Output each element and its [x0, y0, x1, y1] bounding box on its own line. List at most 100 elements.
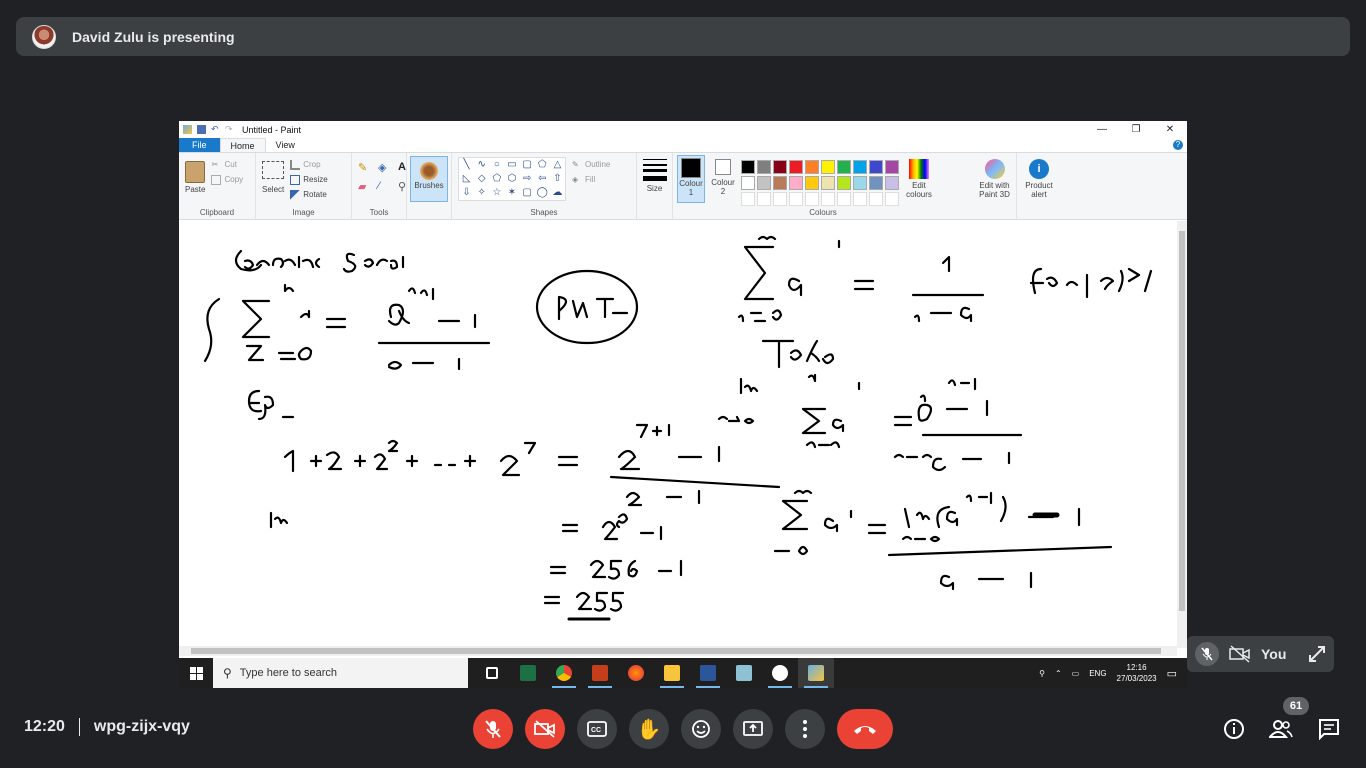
colour-swatch[interactable] — [869, 176, 883, 190]
copy-button[interactable]: Copy — [211, 172, 243, 187]
colour-swatch[interactable] — [853, 160, 867, 174]
notes-icon[interactable] — [726, 658, 762, 688]
tab-view[interactable]: View — [266, 138, 305, 152]
colour-swatch[interactable] — [805, 160, 819, 174]
people-icon[interactable]: ⚲ — [1039, 669, 1045, 678]
save-icon[interactable] — [197, 125, 206, 134]
horizontal-scrollbar[interactable] — [179, 646, 1177, 656]
eraser-icon[interactable]: ▰ — [358, 180, 372, 193]
brush-icon — [418, 161, 440, 181]
colour-swatch[interactable] — [789, 192, 803, 206]
expand-icon[interactable] — [1308, 645, 1326, 663]
shapes-group: ╲ ∿ ○ ▭ ▢ ⬠ △ ◺ ◇ ⬠ ⬡ ⇨ ⇦ ⇧ ⇩ ✧ ☆ ✶ ▢ ◯ ☁ ✎ Outline ◈ Fill S… — [452, 153, 637, 219]
colour-swatch[interactable] — [853, 192, 867, 206]
tab-file[interactable]: File — [179, 138, 220, 152]
color-picker-icon[interactable]: ⁄ — [378, 180, 392, 193]
people-button[interactable] — [1268, 716, 1294, 742]
colour-swatch[interactable] — [869, 192, 883, 206]
word-icon[interactable] — [690, 658, 726, 688]
more-options-button[interactable] — [785, 709, 825, 749]
chat-button[interactable] — [1316, 716, 1342, 742]
powerpoint-icon[interactable] — [582, 658, 618, 688]
colour1-button[interactable]: Colour 1 — [677, 155, 705, 203]
colour2-button[interactable]: Colour 2 — [709, 155, 737, 206]
close-icon[interactable]: ✕ — [1153, 124, 1187, 135]
drawing-canvas[interactable] — [179, 221, 1177, 641]
edit-paint3d-button[interactable]: Edit with Paint 3D — [973, 153, 1016, 199]
camera-toggle-button[interactable] — [525, 709, 565, 749]
shapes-gallery[interactable]: ╲ ∿ ○ ▭ ▢ ⬠ △ ◺ ◇ ⬠ ⬡ ⇨ ⇦ ⇧ ⇩ ✧ ☆ ✶ ▢ ◯ ☁ — [458, 157, 566, 201]
taskbar-search[interactable]: ⚲ Type here to search — [213, 658, 468, 688]
task-view-icon[interactable] — [474, 658, 510, 688]
select-button[interactable]: Select — [262, 157, 284, 202]
colour-swatch[interactable] — [885, 176, 899, 190]
edit-colours-button[interactable]: Edit colours — [903, 155, 935, 206]
taskbar-clock[interactable]: 12:16 27/03/2023 — [1117, 662, 1157, 684]
colour-palette — [741, 155, 899, 206]
colour-swatch[interactable] — [757, 176, 771, 190]
colour-swatch[interactable] — [789, 160, 803, 174]
firefox-icon[interactable] — [618, 658, 654, 688]
colour-swatch[interactable] — [821, 160, 835, 174]
paint-taskbar-icon[interactable] — [798, 658, 834, 688]
undo-icon[interactable]: ↶ — [211, 125, 220, 134]
colour-swatch[interactable] — [837, 160, 851, 174]
reactions-button[interactable] — [681, 709, 721, 749]
size-button[interactable]: Size — [637, 153, 672, 193]
raise-hand-button[interactable]: ✋ — [629, 709, 669, 749]
colour-swatch[interactable] — [741, 176, 755, 190]
colour-swatch[interactable] — [837, 176, 851, 190]
rotate-button[interactable]: Rotate — [290, 187, 327, 202]
colour-swatch[interactable] — [885, 192, 899, 206]
help-icon[interactable]: ? — [1173, 140, 1183, 150]
chevron-up-icon[interactable]: ⌃ — [1055, 669, 1062, 678]
cut-button[interactable]: ✂ Cut — [211, 157, 243, 172]
colour-swatch[interactable] — [837, 192, 851, 206]
colour-swatch[interactable] — [821, 176, 835, 190]
chrome-icon[interactable] — [546, 658, 582, 688]
resize-button[interactable]: Resize — [290, 172, 328, 187]
colour-swatch[interactable] — [789, 176, 803, 190]
colour-swatch[interactable] — [773, 160, 787, 174]
fill-dropdown[interactable]: ◈ Fill — [572, 172, 610, 187]
excel-icon[interactable] — [510, 658, 546, 688]
colour-swatch[interactable] — [853, 176, 867, 190]
crop-button[interactable]: Crop — [290, 157, 327, 172]
file-explorer-icon[interactable] — [654, 658, 690, 688]
tab-home[interactable]: Home — [219, 138, 266, 152]
colour-swatch[interactable] — [821, 192, 835, 206]
outline-dropdown[interactable]: ✎ Outline — [572, 157, 610, 172]
colour-swatch[interactable] — [805, 192, 819, 206]
colour-swatch[interactable] — [741, 192, 755, 206]
notification-icon[interactable]: ▭ — [1167, 667, 1177, 680]
language-indicator[interactable]: ENG — [1089, 669, 1106, 678]
taskbar-apps — [474, 658, 834, 688]
redo-icon[interactable]: ↷ — [225, 125, 234, 134]
captions-button[interactable]: CC — [577, 709, 617, 749]
leave-call-button[interactable] — [837, 709, 893, 749]
maximize-icon[interactable]: ❐ — [1119, 124, 1153, 135]
colour-swatch[interactable] — [757, 160, 771, 174]
battery-icon[interactable]: ▭ — [1072, 669, 1080, 678]
mic-toggle-button[interactable] — [473, 709, 513, 749]
colour-swatch[interactable] — [885, 160, 899, 174]
colour-swatch[interactable] — [773, 176, 787, 190]
fill-bucket-icon[interactable]: ◈ — [378, 161, 392, 174]
vertical-scrollbar[interactable] — [1177, 221, 1187, 648]
colour-swatch[interactable] — [741, 160, 755, 174]
product-alert-button[interactable]: i Product alert — [1017, 153, 1061, 199]
paste-button[interactable]: Paste — [185, 157, 205, 194]
pencil-icon[interactable]: ✎ — [358, 161, 372, 174]
colour-swatch[interactable] — [869, 160, 883, 174]
whiteboard-icon[interactable] — [762, 658, 798, 688]
meeting-code: wpg-zijx-vqy — [93, 718, 190, 735]
present-button[interactable] — [733, 709, 773, 749]
brushes-button[interactable]: Brushes — [410, 156, 448, 202]
colour-swatch[interactable] — [773, 192, 787, 206]
meeting-details-button[interactable] — [1221, 716, 1247, 742]
colour-swatch[interactable] — [757, 192, 771, 206]
start-button[interactable] — [179, 658, 213, 688]
tools-group: ✎ ◈ A ▰ ⁄ ⚲ Tools — [352, 153, 407, 219]
colour-swatch[interactable] — [805, 176, 819, 190]
minimize-icon[interactable]: — — [1085, 124, 1119, 135]
